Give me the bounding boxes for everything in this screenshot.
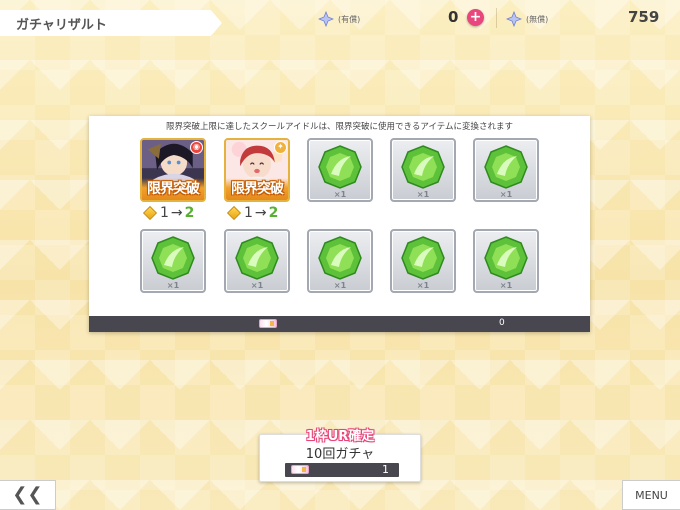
- gem-item[interactable]: ×1: [307, 138, 373, 202]
- gem-item[interactable]: ×1: [473, 138, 539, 202]
- gacha-cost-value: 1: [382, 463, 389, 476]
- idol-card-2[interactable]: ✦ 限界突破 1 → 2: [224, 138, 290, 221]
- ticket-icon: [291, 465, 309, 474]
- star-gem-icon: [317, 10, 335, 28]
- gem-item[interactable]: ×1: [140, 229, 206, 293]
- gem-quantity: ×1: [416, 190, 430, 199]
- gem-card-frame: ×1: [473, 229, 539, 293]
- gem-quantity: ×1: [333, 190, 347, 199]
- gem-card-frame: ×1: [224, 229, 290, 293]
- green-crystal-icon: [401, 236, 445, 280]
- gem-card-frame: ×1: [140, 229, 206, 293]
- free-label: (無償): [526, 14, 549, 24]
- gem-card-frame: ×1: [473, 138, 539, 202]
- gem-card-frame: ×1: [390, 138, 456, 202]
- green-crystal-icon: [235, 236, 279, 280]
- gem-card-frame: ×1: [307, 138, 373, 202]
- ticket-count: 0: [499, 318, 505, 328]
- green-crystal-icon: [484, 236, 528, 280]
- page-title: ガチャリザルト: [0, 10, 222, 36]
- paid-currency: (有償): [317, 10, 361, 28]
- gacha-cost: 1: [285, 463, 399, 477]
- gem-item[interactable]: ×1: [224, 229, 290, 293]
- free-count: 759: [628, 8, 660, 26]
- green-crystal-icon: [318, 236, 362, 280]
- gem-quantity: ×1: [250, 281, 264, 290]
- level-from: 1: [160, 205, 169, 221]
- ticket-icon: [259, 319, 277, 328]
- gem-quantity: ×1: [499, 190, 513, 199]
- gacha-label: 10回ガチャ: [305, 447, 375, 462]
- arrow: →: [170, 205, 183, 221]
- ten-pull-gacha-button[interactable]: 1枠UR確定 10回ガチャ 1: [259, 429, 421, 482]
- gem-item[interactable]: ×1: [473, 229, 539, 293]
- idol-card-1[interactable]: ◉ 限界突破 1 → 2: [140, 138, 206, 221]
- gem-item[interactable]: ×1: [307, 229, 373, 293]
- diamond-icon: [226, 205, 242, 221]
- back-button[interactable]: ❮❮: [0, 480, 56, 510]
- star-gem-icon: [505, 10, 523, 28]
- gem-quantity: ×1: [166, 281, 180, 290]
- arrow: →: [254, 205, 267, 221]
- paid-count: 0: [448, 8, 459, 26]
- attribute-badge: ✦: [274, 141, 287, 154]
- level-to: 2: [184, 205, 195, 221]
- gem-quantity: ×1: [333, 281, 347, 290]
- panel-footer: 0: [89, 316, 590, 332]
- limit-break-label: 限界突破: [231, 181, 284, 197]
- level-from: 1: [244, 205, 253, 221]
- diamond-icon: [142, 205, 158, 221]
- gem-card-frame: ×1: [390, 229, 456, 293]
- conversion-note: 限界突破上限に達したスクールアイドルは、限界突破に使用できるアイテムに変換されま…: [165, 122, 514, 132]
- gem-card-frame: ×1: [307, 229, 373, 293]
- limit-level-1: 1 → 2: [142, 205, 212, 221]
- idol-card-frame: ◉ 限界突破: [140, 138, 206, 202]
- result-panel: 限界突破上限に達したスクールアイドルは、限界突破に使用できるアイテムに変換されま…: [89, 116, 590, 332]
- green-crystal-icon: [318, 145, 362, 189]
- limit-break-label: 限界突破: [147, 181, 200, 197]
- guarantee-tag: 1枠UR確定: [305, 429, 375, 444]
- green-crystal-icon: [401, 145, 445, 189]
- gem-quantity: ×1: [499, 281, 513, 290]
- limit-level-2: 1 → 2: [226, 205, 296, 221]
- free-currency: (無償): [505, 10, 549, 28]
- divider: [496, 8, 497, 28]
- attribute-badge: ◉: [190, 141, 203, 154]
- idol-card-frame: ✦ 限界突破: [224, 138, 290, 202]
- green-crystal-icon: [151, 236, 195, 280]
- gem-item[interactable]: ×1: [390, 229, 456, 293]
- gem-quantity: ×1: [416, 281, 430, 290]
- green-crystal-icon: [484, 145, 528, 189]
- menu-button[interactable]: MENU: [622, 480, 680, 510]
- level-to: 2: [268, 205, 279, 221]
- gem-item[interactable]: ×1: [390, 138, 456, 202]
- purchase-plus-button[interactable]: +: [467, 9, 484, 26]
- paid-label: (有償): [338, 14, 361, 24]
